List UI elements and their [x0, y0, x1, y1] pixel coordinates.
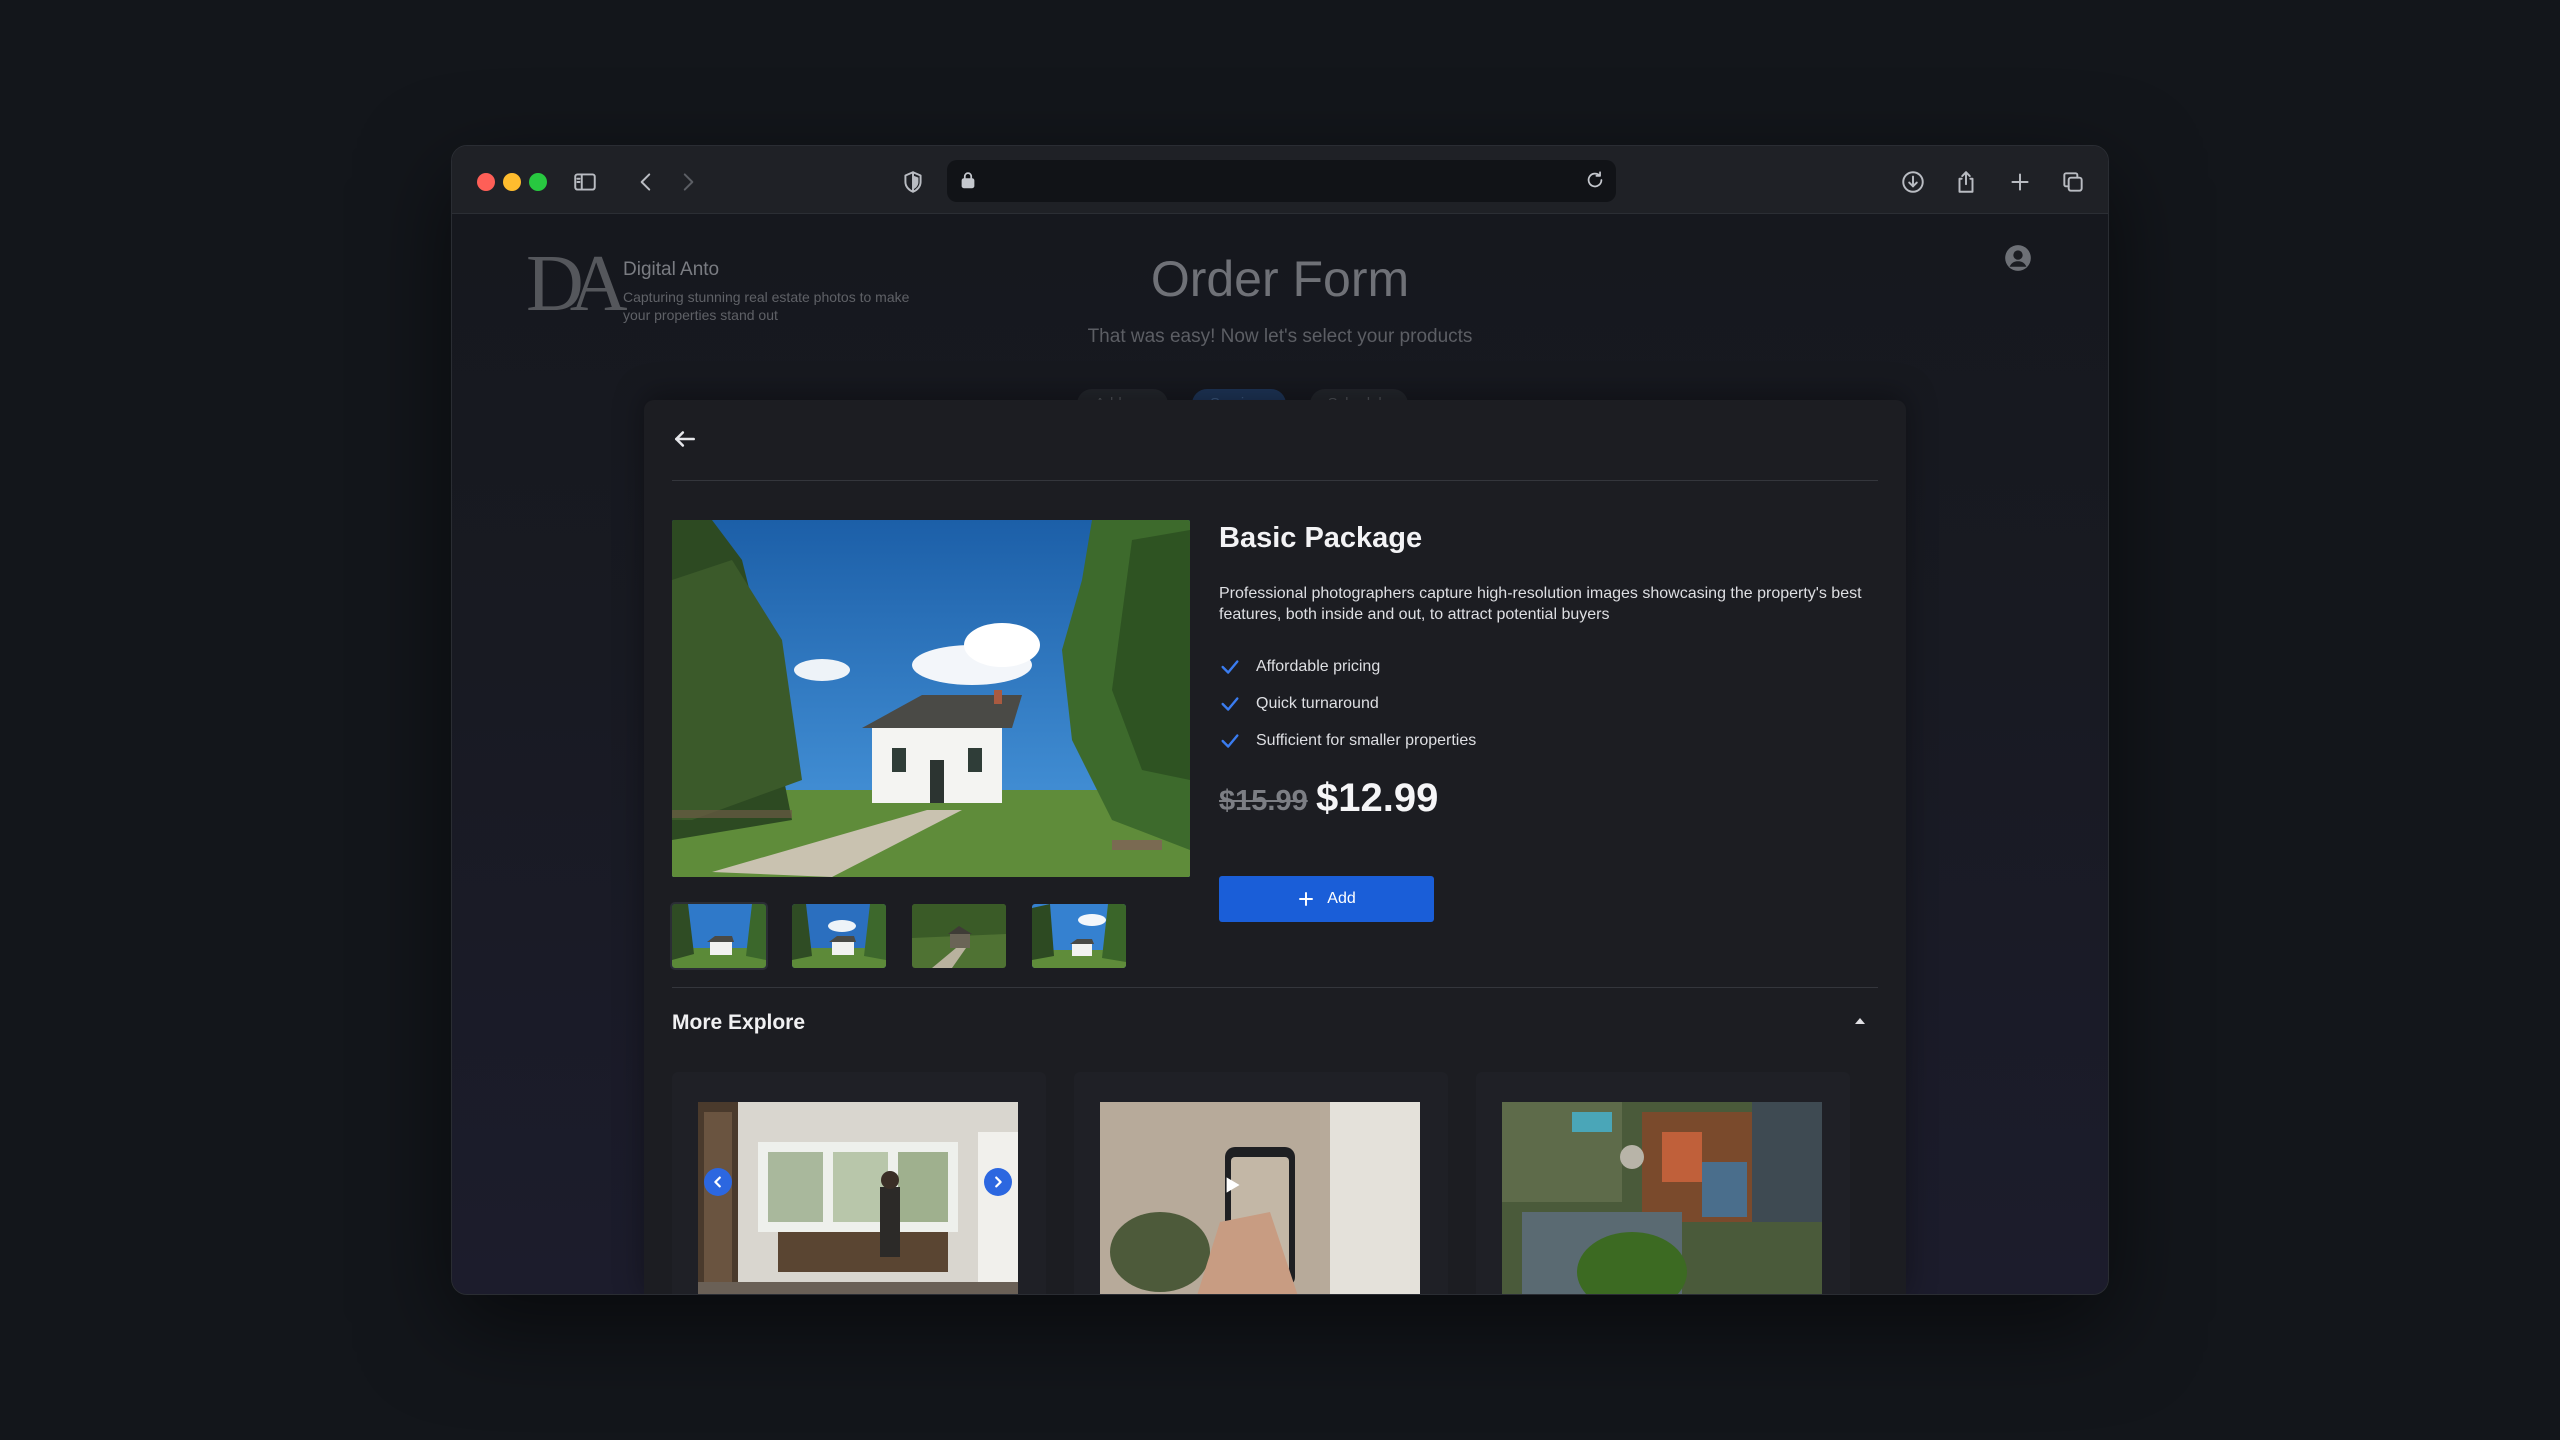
download-icon[interactable] [1897, 166, 1929, 198]
plus-icon[interactable] [2004, 166, 2036, 198]
address-bar[interactable] [947, 160, 1616, 202]
check-icon [1221, 696, 1239, 711]
browser-window: DA Digital Anto Capturing stunning real … [451, 145, 2109, 1295]
carousel-next-button[interactable] [984, 1168, 1012, 1196]
carousel-prev-button[interactable] [704, 1168, 732, 1196]
arrow-left-icon[interactable] [672, 426, 702, 456]
explore-card-image [1100, 1102, 1420, 1294]
zoom-window-button[interactable] [529, 173, 547, 191]
product-detail-panel: Basic Package Professional photographers… [644, 400, 1906, 1294]
feature-label: Sufficient for smaller properties [1256, 731, 1477, 749]
forward-icon[interactable] [672, 166, 704, 198]
page-title: Order Form [1150, 251, 1410, 307]
lock-icon [957, 169, 981, 193]
chevron-up-icon[interactable] [1852, 1013, 1872, 1033]
close-window-button[interactable] [477, 173, 495, 191]
thumbnail-3[interactable] [912, 904, 1006, 968]
reload-icon[interactable] [1584, 169, 1608, 193]
user-icon[interactable] [2004, 244, 2034, 274]
package-title: Basic Package [1219, 522, 1423, 554]
play-icon[interactable] [1219, 1172, 1245, 1198]
check-icon [1221, 733, 1239, 748]
tabs-icon[interactable] [2057, 166, 2089, 198]
browser-toolbar [452, 146, 2108, 214]
page-content: DA Digital Anto Capturing stunning real … [452, 214, 2108, 1294]
plus-icon [1299, 892, 1314, 906]
original-price: $15.99 [1219, 785, 1308, 817]
explore-card-image [698, 1102, 1018, 1294]
page-subtitle: That was easy! Now let's select your pro… [1087, 326, 1473, 347]
shield-icon[interactable] [897, 166, 929, 198]
feature-item: Affordable pricing [1219, 648, 1476, 685]
feature-item: Sufficient for smaller properties [1219, 722, 1476, 759]
thumbnail-1[interactable] [670, 902, 768, 970]
chevron-right-icon [995, 1176, 1002, 1188]
thumbnail-4[interactable] [1032, 904, 1126, 968]
header-divider [672, 480, 1878, 481]
current-price: $12.99 [1316, 776, 1439, 820]
check-icon [1221, 659, 1239, 674]
back-icon[interactable] [630, 166, 662, 198]
explore-card-image [1502, 1102, 1822, 1294]
more-explore-title: More Explore [672, 1011, 806, 1034]
minimize-window-button[interactable] [503, 173, 521, 191]
sidebar-icon[interactable] [569, 166, 601, 198]
thumbnail-strip [670, 902, 1126, 970]
add-button[interactable]: Add [1219, 876, 1434, 922]
add-button-label: Add [1327, 890, 1356, 907]
package-description: Professional photographers capture high-… [1219, 585, 1862, 623]
section-divider [672, 987, 1878, 988]
explore-card[interactable] [1074, 1072, 1448, 1294]
feature-item: Quick turnaround [1219, 685, 1476, 722]
product-main-photo [672, 520, 1190, 877]
feature-label: Affordable pricing [1256, 657, 1381, 675]
chevron-left-icon [714, 1176, 721, 1188]
explore-card[interactable] [1476, 1072, 1850, 1294]
thumbnail-2[interactable] [792, 904, 886, 968]
feature-list: Affordable pricing Quick turnaround Suff… [1219, 648, 1476, 759]
explore-card[interactable] [672, 1072, 1046, 1294]
feature-label: Quick turnaround [1256, 694, 1379, 712]
share-icon[interactable] [1950, 166, 1982, 198]
